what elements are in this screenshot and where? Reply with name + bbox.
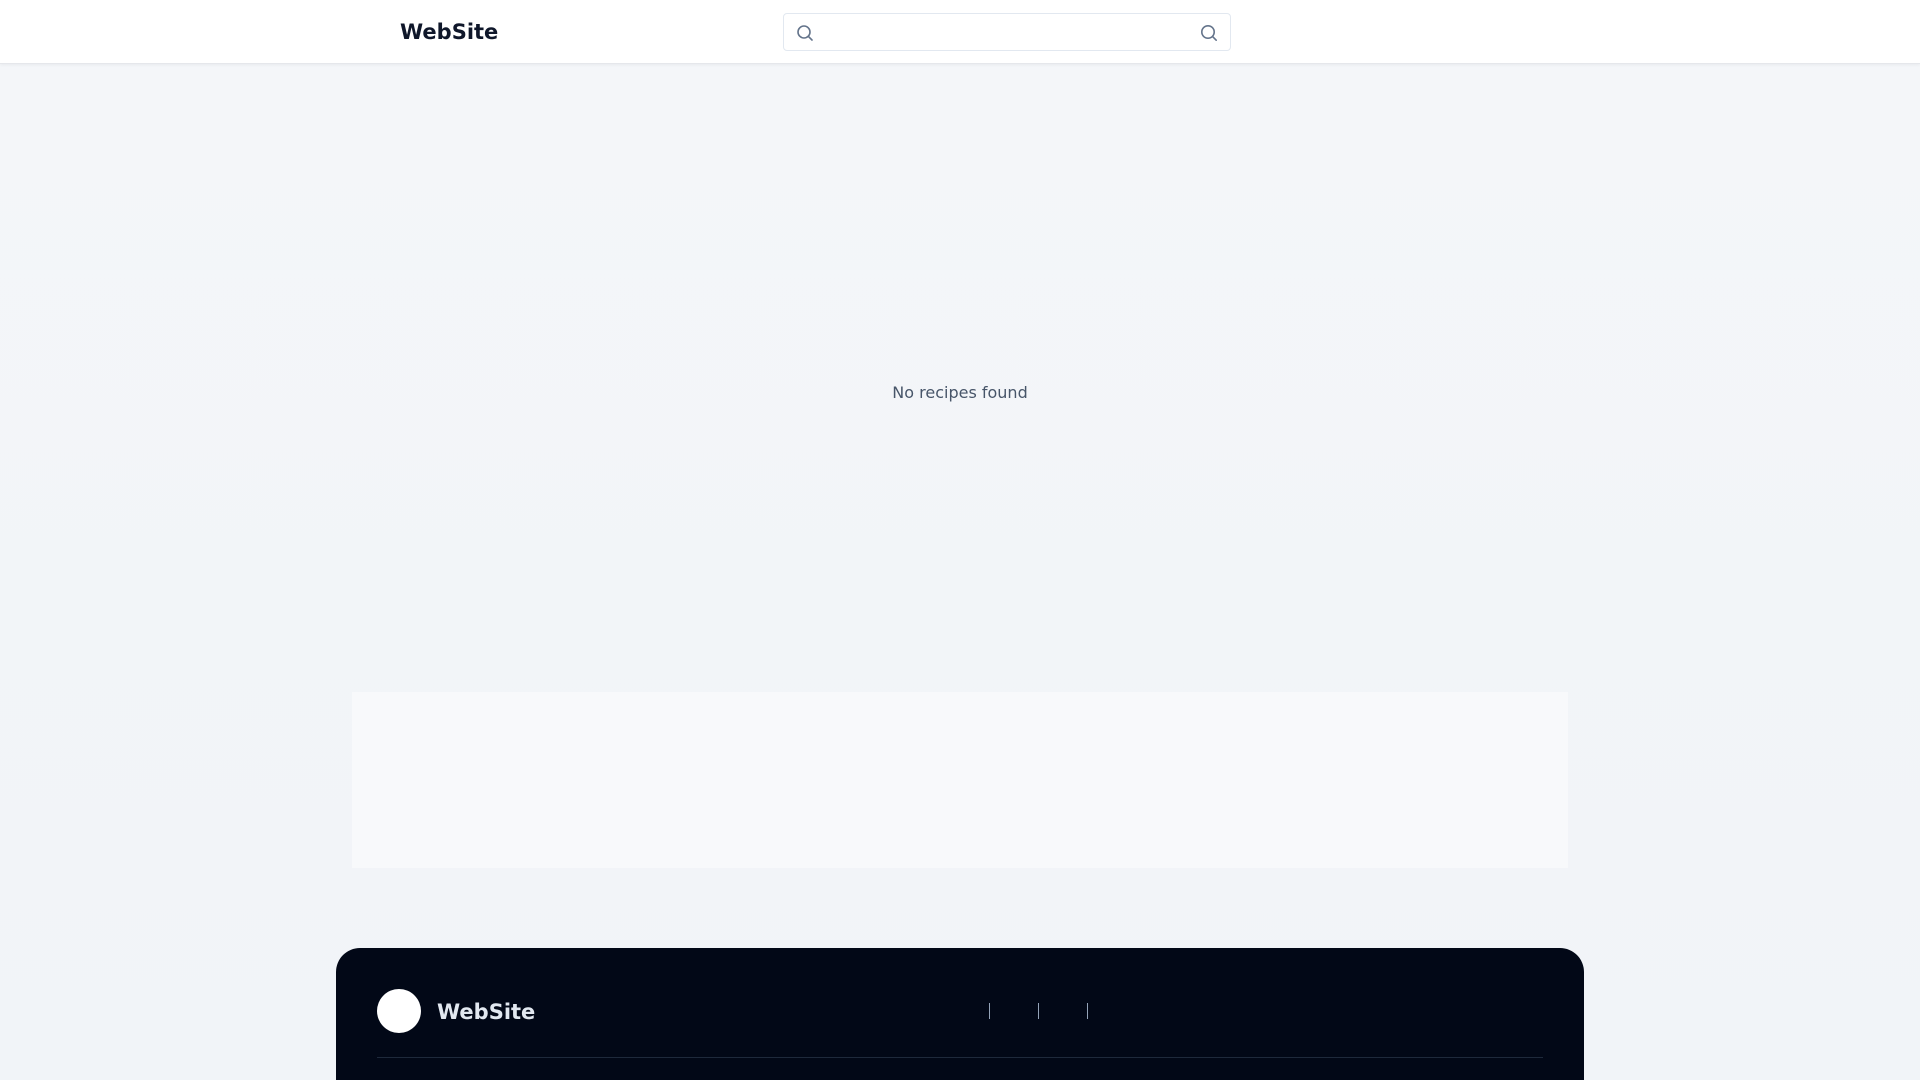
- search-icon: [795, 23, 815, 43]
- footer-link-separator: [1087, 1003, 1088, 1019]
- site-header: WebSite: [0, 0, 1920, 64]
- search-icon: [1198, 25, 1220, 47]
- site-footer: WebSite: [336, 948, 1584, 1080]
- footer-logo: [377, 989, 421, 1033]
- footer-brand-link[interactable]: WebSite: [437, 998, 535, 1026]
- empty-state-message: No recipes found: [892, 383, 1028, 402]
- site-logo-link[interactable]: WebSite: [400, 18, 498, 46]
- footer-divider: [377, 1057, 1543, 1058]
- footer-link-separator: [989, 1003, 990, 1019]
- footer-link-separator: [1038, 1003, 1039, 1019]
- search-input[interactable]: [824, 15, 1184, 49]
- search-submit-button[interactable]: [1198, 22, 1220, 44]
- content-placeholder-panel: [352, 692, 1568, 868]
- page: WebSite No recipes found WebSite: [0, 0, 1920, 1080]
- search-bar: [783, 13, 1231, 51]
